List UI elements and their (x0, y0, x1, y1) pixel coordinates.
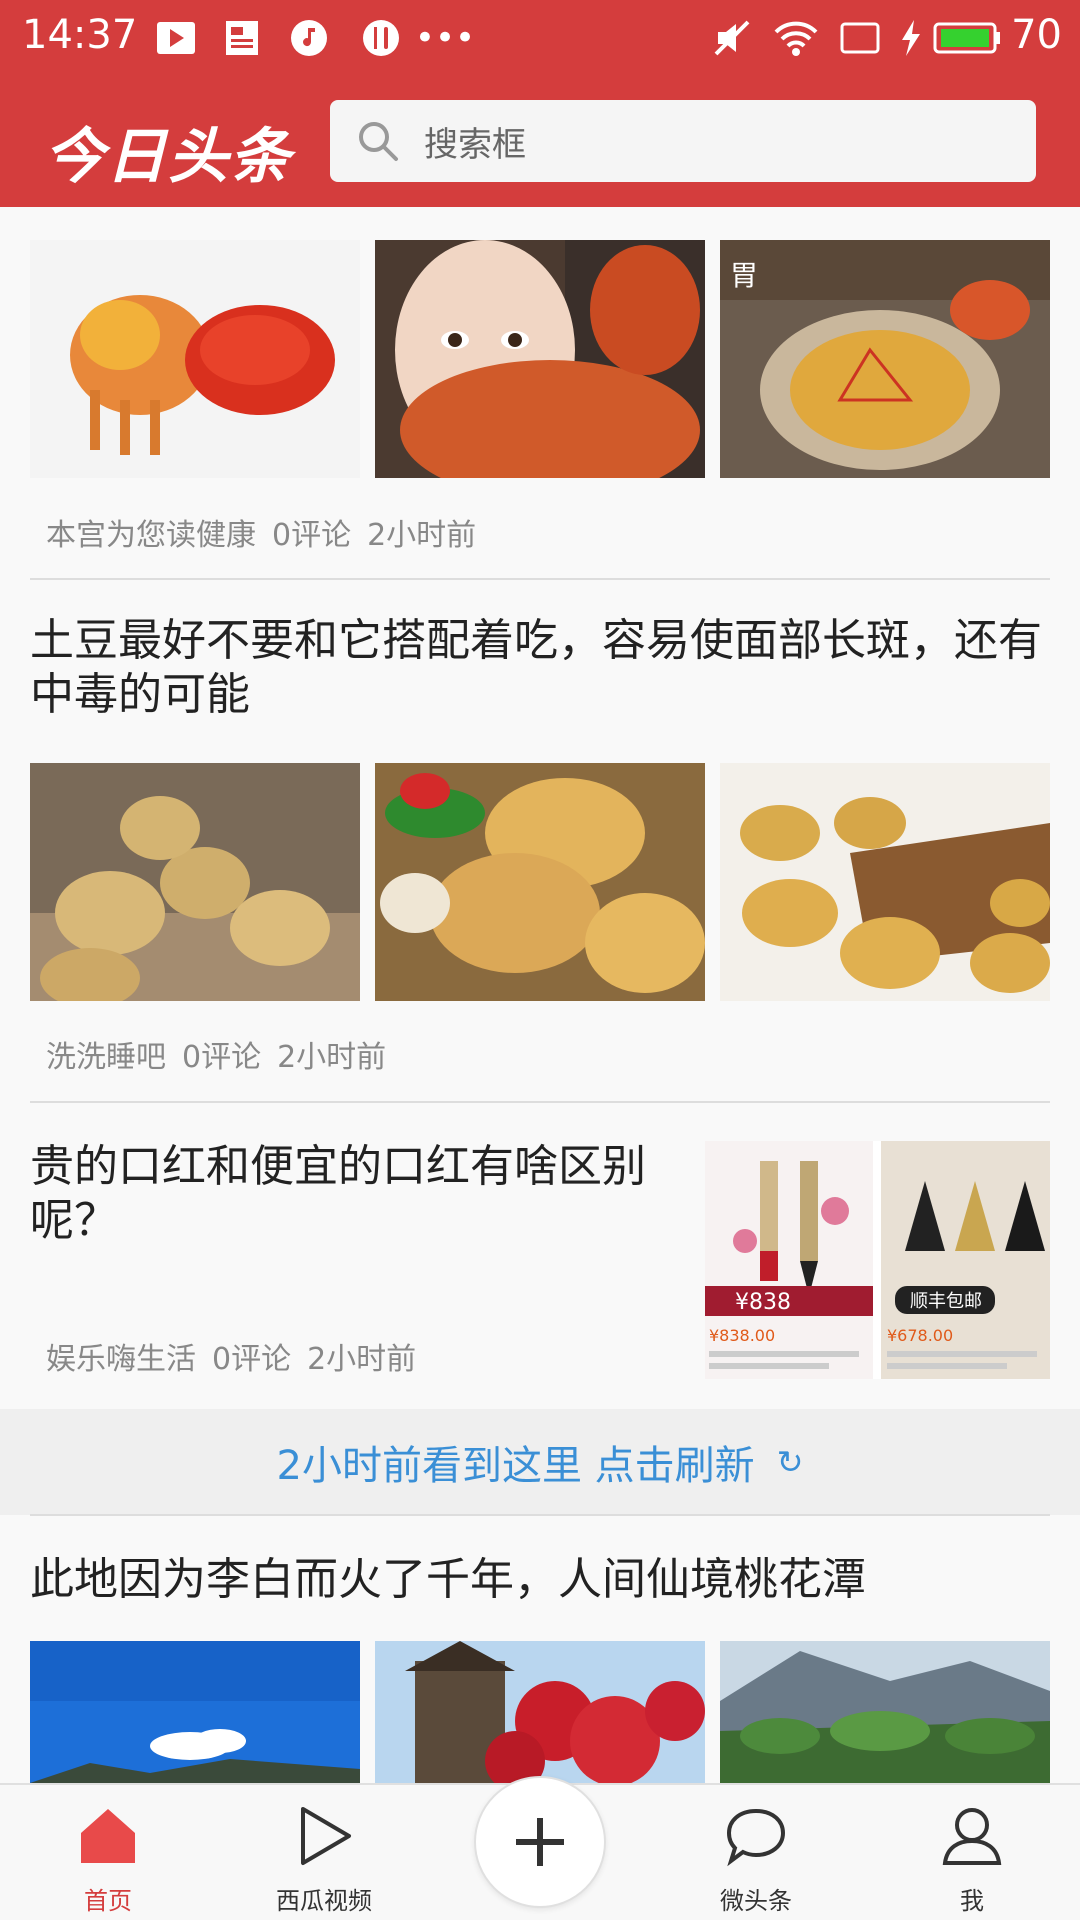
potato-image-2[interactable] (375, 763, 705, 1001)
news-notification-icon (222, 18, 262, 58)
svg-text:¥838.00: ¥838.00 (709, 1326, 775, 1345)
more-notifications-icon: ••• (414, 18, 476, 58)
potato-image-3[interactable] (720, 763, 1050, 1001)
divider (30, 1514, 1050, 1516)
article-time: 2小时前 (367, 518, 477, 553)
article-title[interactable]: 贵的口红和便宜的口红有啥区别呢？ (30, 1140, 670, 1248)
peach-pond-image-3[interactable] (720, 1641, 1050, 1783)
divider (30, 1101, 1050, 1103)
chat-bubble-icon (726, 1808, 786, 1867)
article-comments: 0评论 (272, 518, 352, 553)
article-source[interactable]: 娱乐嗨生活 (46, 1334, 196, 1378)
search-icon (359, 122, 398, 161)
nav-home-label: 首页 (84, 1887, 132, 1915)
mute-icon (712, 18, 752, 58)
article-title[interactable]: 土豆最好不要和它搭配着吃，容易使面部长斑，还有中毒的可能 (30, 614, 1050, 722)
article-meta: 洗洗睡吧 0评论 2小时前 (46, 1032, 386, 1076)
svg-text:¥838: ¥838 (735, 1290, 791, 1315)
article-meta: 娱乐嗨生活 0评论 2小时前 (46, 1334, 416, 1378)
battery-icon (932, 18, 1002, 58)
nav-weitoutiao[interactable]: 微头条 (681, 1803, 831, 1916)
crab-image-2[interactable] (375, 240, 705, 478)
refresh-text[interactable]: 2小时前看到这里 点击刷新 (277, 1433, 755, 1491)
svg-text:¥678.00: ¥678.00 (887, 1326, 953, 1345)
nav-weitoutiao-label: 微头条 (720, 1887, 792, 1915)
search-bar[interactable]: 搜索框 (330, 100, 1036, 182)
search-input[interactable]: 搜索框 (424, 117, 526, 166)
publish-button[interactable] (474, 1776, 606, 1908)
status-bar: 14:37 ••• 70 (0, 0, 1080, 76)
nav-home[interactable]: 首页 (33, 1803, 183, 1916)
battery-level: 70 (1011, 12, 1062, 58)
nav-me[interactable]: 我 (897, 1803, 1047, 1916)
wifi-icon (770, 18, 822, 58)
divider (30, 578, 1050, 580)
plus-icon (516, 1818, 564, 1866)
user-icon (942, 1808, 1002, 1865)
crab-image-3[interactable]: 胃 (720, 240, 1050, 478)
article-time: 2小时前 (307, 1342, 417, 1377)
article-title[interactable]: 此地因为李白而火了千年，人间仙境桃花潭 (30, 1553, 1050, 1607)
article-source[interactable]: 洗洗睡吧 (46, 1032, 166, 1076)
app-header: 14:37 ••• 70 今日头条 搜索框 (0, 0, 1080, 207)
refresh-bar[interactable]: 2小时前看到这里 点击刷新 ↻ (0, 1409, 1080, 1515)
nav-me-label: 我 (960, 1887, 984, 1915)
article-source[interactable]: 本宫为您读健康 (46, 510, 256, 554)
svg-text:顺丰包邮: 顺丰包邮 (910, 1291, 982, 1312)
nav-video[interactable]: 西瓜视频 (249, 1803, 399, 1916)
food-notification-icon (360, 18, 402, 58)
refresh-icon[interactable]: ↻ (777, 1443, 804, 1481)
charging-icon (896, 18, 926, 58)
home-icon (81, 1809, 135, 1863)
crab-image-1[interactable] (30, 240, 360, 478)
potato-image-1[interactable] (30, 763, 360, 1001)
article-time: 2小时前 (277, 1040, 387, 1075)
peach-pond-image-2[interactable] (375, 1641, 705, 1783)
app-logo[interactable]: 今日头条 (44, 108, 292, 195)
video-notification-icon (155, 18, 197, 58)
article-meta: 本宫为您读健康 0评论 2小时前 (46, 510, 476, 554)
nav-video-label: 西瓜视频 (276, 1887, 372, 1915)
svg-text:胃: 胃 (730, 259, 758, 292)
article-comments: 0评论 (182, 1040, 262, 1075)
lipstick-image[interactable]: ¥838 顺丰包邮 ¥838.00 ¥678.00 (705, 1141, 1050, 1379)
play-icon (301, 1807, 351, 1865)
article-comments: 0评论 (212, 1342, 292, 1377)
music-notification-icon (288, 18, 330, 58)
screen-cast-icon (838, 18, 882, 58)
peach-pond-image-1[interactable] (30, 1641, 360, 1783)
status-time: 14:37 (22, 12, 138, 58)
